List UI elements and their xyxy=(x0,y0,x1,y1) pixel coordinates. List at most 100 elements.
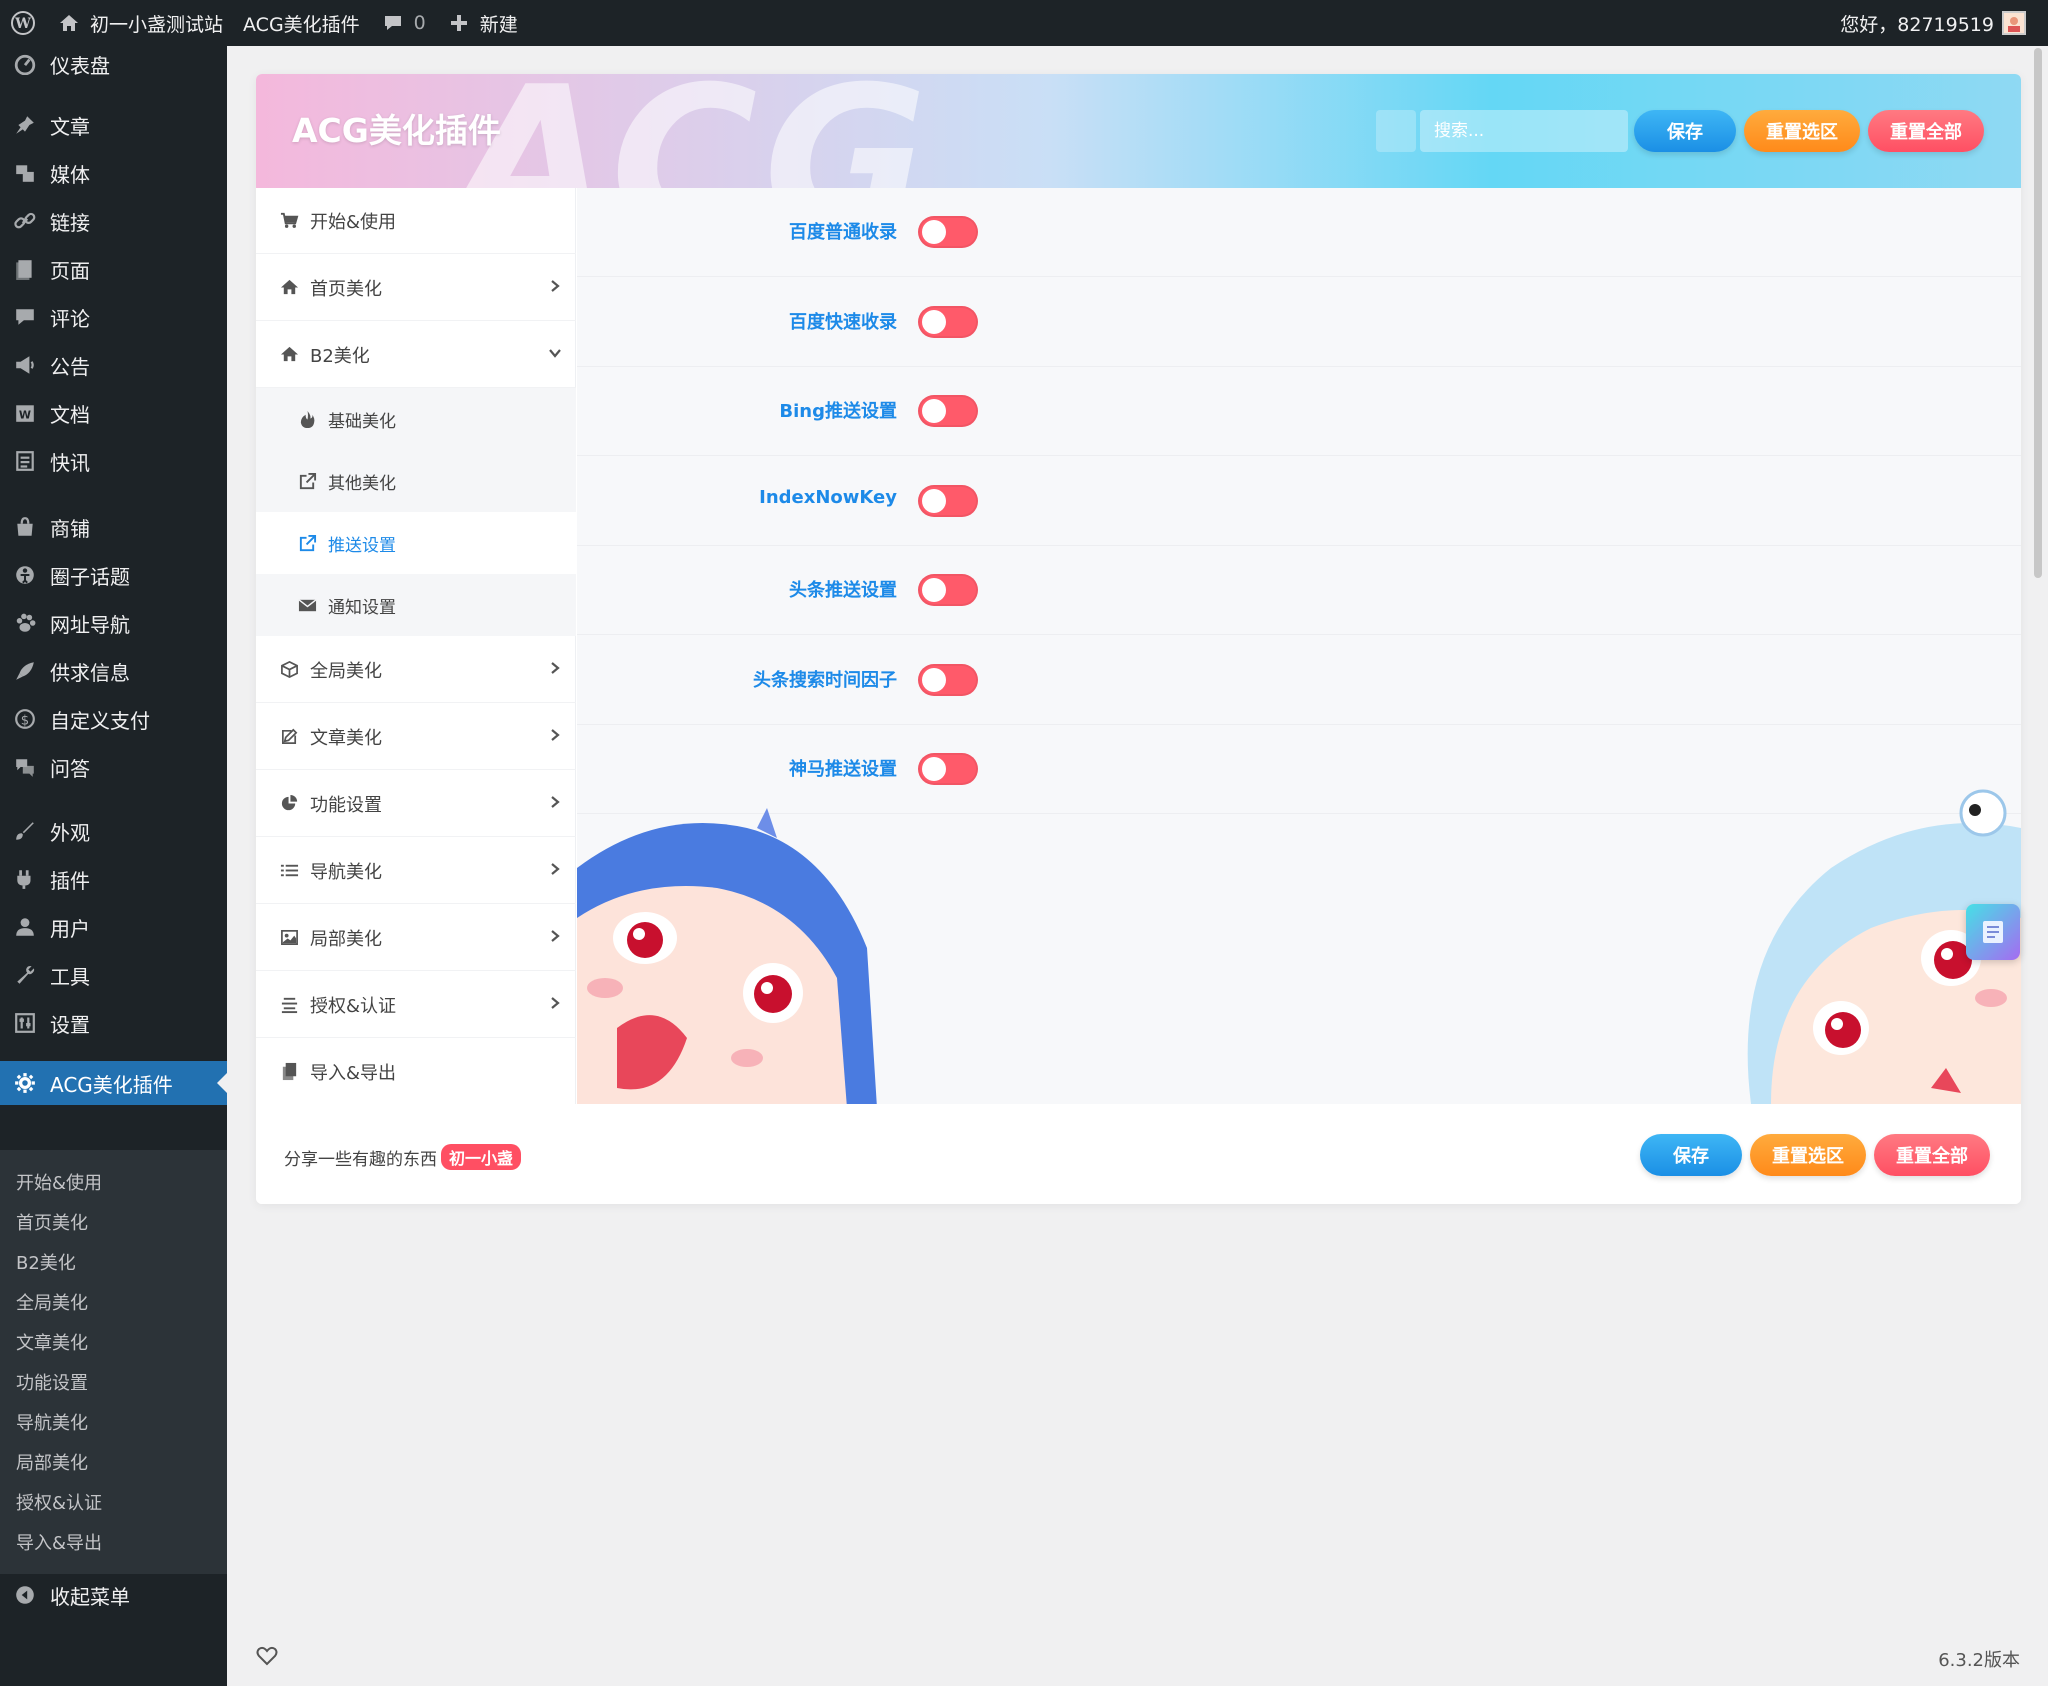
admin-menu-item[interactable]: ACG美化插件 xyxy=(0,1061,227,1105)
comments-link[interactable]: 0 xyxy=(370,0,436,46)
panel-nav-item[interactable]: 导入&导出 xyxy=(256,1039,576,1105)
admin-menu-item[interactable]: 设置 xyxy=(0,1001,227,1045)
gear-icon xyxy=(0,1072,50,1094)
panel-nav-item[interactable]: 全局美化 xyxy=(256,637,576,703)
admin-menu-item[interactable]: 链接 xyxy=(0,199,227,243)
setting-label: Bing推送设置 xyxy=(779,401,897,422)
wordpress-logo[interactable]: W xyxy=(0,0,46,46)
plugin-link-label: ACG美化插件 xyxy=(243,13,360,36)
panel-nav-item[interactable]: B2美化 xyxy=(256,322,576,388)
admin-submenu-item[interactable]: 全局美化 xyxy=(16,1282,88,1322)
admin-menu-item[interactable]: 收起菜单 xyxy=(0,1573,227,1617)
float-widget-button[interactable] xyxy=(1966,904,2020,960)
page-scrollbar[interactable] xyxy=(2034,48,2042,578)
setting-label: 神马推送设置 xyxy=(789,759,897,780)
admin-menu-item[interactable]: 商铺 xyxy=(0,505,227,549)
panel-nav-subitem[interactable]: 基础美化 xyxy=(256,388,576,450)
anime-girl-left-image xyxy=(577,808,877,1104)
panel-nav-item[interactable]: 导航美化 xyxy=(256,838,576,904)
panel-nav-item[interactable]: 功能设置 xyxy=(256,771,576,837)
panel-nav-label: 局部美化 xyxy=(310,928,382,950)
site-name-link[interactable]: 初一小盏测试站 xyxy=(46,0,233,46)
admin-menu-label: 网址导航 xyxy=(50,612,130,637)
admin-menu-item[interactable]: 供求信息 xyxy=(0,649,227,693)
svg-text:W: W xyxy=(14,16,31,32)
panel-nav-label: 全局美化 xyxy=(310,660,382,682)
panel-nav-item[interactable]: 开始&使用 xyxy=(256,188,576,254)
admin-menu-item[interactable]: 公告 xyxy=(0,343,227,387)
author-badge[interactable]: 初一小盏 xyxy=(441,1144,522,1170)
setting-toggle[interactable] xyxy=(918,484,978,517)
brush-icon xyxy=(0,820,50,842)
footer-reset-section-button[interactable]: 重置选区 xyxy=(1750,1134,1866,1176)
heart-icon xyxy=(256,1646,278,1670)
panel-nav-label: 授权&认证 xyxy=(310,995,397,1017)
panel-nav-item[interactable]: 首页美化 xyxy=(256,255,576,321)
footer-credit: 分享一些有趣的东西 初一小盏 xyxy=(284,1144,522,1170)
copy-icon xyxy=(274,1062,304,1081)
admin-submenu-item[interactable]: 文章美化 xyxy=(16,1322,88,1362)
setting-label: 头条推送设置 xyxy=(789,580,897,601)
panel-nav-subitem[interactable]: 推送设置 xyxy=(256,512,576,574)
admin-menu-label: 工具 xyxy=(50,964,90,989)
panel-nav-subitem[interactable]: 通知设置 xyxy=(256,574,576,636)
reset-section-button[interactable]: 重置选区 xyxy=(1744,110,1860,152)
admin-menu-item[interactable]: 插件 xyxy=(0,857,227,901)
new-label: 新建 xyxy=(479,13,518,36)
setting-toggle[interactable] xyxy=(918,574,978,606)
search-input[interactable] xyxy=(1420,110,1628,152)
panel-nav-label: B2美化 xyxy=(310,345,370,367)
admin-menu-item[interactable]: $ 自定义支付 xyxy=(0,697,227,741)
panel-nav-item[interactable]: 授权&认证 xyxy=(256,972,576,1038)
admin-submenu-item[interactable]: 授权&认证 xyxy=(16,1482,102,1522)
admin-submenu-item[interactable]: 功能设置 xyxy=(16,1362,88,1402)
save-button[interactable]: 保存 xyxy=(1634,110,1736,152)
home-icon xyxy=(56,10,82,36)
footer-reset-all-button[interactable]: 重置全部 xyxy=(1874,1134,1990,1176)
dollar-icon: $ xyxy=(0,708,50,730)
setting-toggle[interactable] xyxy=(918,753,978,785)
admin-menu-item[interactable]: 文章 xyxy=(0,103,227,147)
panel-nav-label: 文章美化 xyxy=(310,727,382,749)
admin-menu-item[interactable]: 页面 xyxy=(0,247,227,291)
plugin-link[interactable]: ACG美化插件 xyxy=(233,0,370,46)
admin-menu-item[interactable]: W 文档 xyxy=(0,391,227,435)
admin-menu-label: 文章 xyxy=(50,114,90,139)
admin-menu-item[interactable]: 媒体 xyxy=(0,151,227,195)
setting-toggle[interactable] xyxy=(918,216,978,248)
account-menu[interactable]: 您好，82719519 xyxy=(1830,0,2036,46)
admin-submenu-item[interactable]: 局部美化 xyxy=(16,1442,88,1482)
admin-menu-label: 自定义支付 xyxy=(50,708,150,733)
admin-submenu-item[interactable]: 开始&使用 xyxy=(16,1162,102,1202)
reset-all-button[interactable]: 重置全部 xyxy=(1868,110,1984,152)
panel-nav-item[interactable]: 局部美化 xyxy=(256,905,576,971)
panel-nav-label: 导航美化 xyxy=(310,861,382,883)
admin-submenu-item[interactable]: 导航美化 xyxy=(16,1402,88,1442)
admin-submenu-item[interactable]: B2美化 xyxy=(16,1242,76,1282)
admin-menu-item[interactable]: 用户 xyxy=(0,905,227,949)
admin-menu-item[interactable]: 快讯 xyxy=(0,439,227,483)
admin-menu-item[interactable]: 网址导航 xyxy=(0,601,227,645)
setting-row: IndexNowKey xyxy=(577,457,2021,546)
setting-toggle[interactable] xyxy=(918,305,978,338)
panel-nav-subitem[interactable]: 其他美化 xyxy=(256,450,576,512)
setting-toggle[interactable] xyxy=(918,395,978,427)
panel-nav-label: 推送设置 xyxy=(328,535,396,556)
admin-submenu-item[interactable]: 导入&导出 xyxy=(16,1522,102,1562)
setting-toggle[interactable] xyxy=(918,663,978,696)
fire-icon xyxy=(292,410,322,429)
admin-submenu-item[interactable]: 首页美化 xyxy=(16,1202,88,1242)
new-content-link[interactable]: 新建 xyxy=(436,0,528,46)
admin-menu-item[interactable]: 问答 xyxy=(0,745,227,789)
admin-menu-item[interactable]: 仪表盘 xyxy=(0,42,227,86)
admin-menu-item[interactable]: 工具 xyxy=(0,953,227,997)
admin-menu-item[interactable]: 评论 xyxy=(0,295,227,339)
site-name: 初一小盏测试站 xyxy=(90,13,224,36)
panel-nav-item[interactable]: 文章美化 xyxy=(256,704,576,770)
header-watermark: ACG xyxy=(456,74,934,188)
paw-icon xyxy=(0,612,50,634)
footer-save-button[interactable]: 保存 xyxy=(1640,1134,1742,1176)
admin-menu-item[interactable]: 外观 xyxy=(0,809,227,853)
cube-icon xyxy=(274,660,304,679)
admin-menu-item[interactable]: 圈子话题 xyxy=(0,553,227,597)
